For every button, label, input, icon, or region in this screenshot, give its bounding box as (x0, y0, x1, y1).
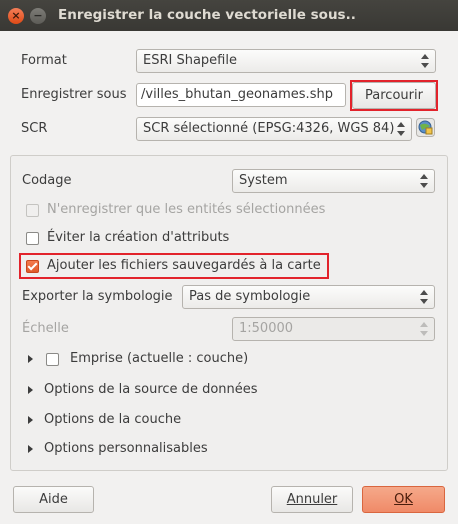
save-as-value: /villes_bhutan_geonames.shp (141, 87, 333, 102)
extent-label[interactable]: Emprise (actuelle : couche) (70, 351, 248, 366)
selected-only-label: N'enregistrer que les entités sélectionn… (47, 202, 326, 217)
encoding-combo[interactable]: System (232, 169, 435, 193)
ok-button[interactable]: OK (362, 486, 445, 513)
format-combo[interactable]: ESRI Shapefile (136, 49, 436, 73)
combo-arrows-icon (397, 122, 405, 136)
custom-options-toggle[interactable]: Options personnalisables (44, 441, 208, 456)
symbology-label: Exporter la symbologie (22, 289, 173, 304)
symbology-combo[interactable]: Pas de symbologie (182, 285, 435, 309)
close-icon[interactable]: × (8, 8, 24, 24)
expand-arrow-icon[interactable] (28, 355, 33, 363)
browse-highlight (350, 80, 438, 111)
symbology-value: Pas de symbologie (189, 289, 311, 304)
combo-arrows-icon (421, 54, 429, 68)
scale-combo[interactable]: 1:50000 (232, 317, 435, 341)
format-label: Format (21, 53, 67, 68)
add-to-map-label: Ajouter les fichiers sauvegardés à la ca… (47, 258, 321, 273)
layer-options-toggle[interactable]: Options de la couche (44, 412, 181, 427)
add-to-map-checkbox[interactable] (26, 260, 39, 273)
cancel-button[interactable]: Annuler (271, 486, 353, 513)
crs-selector-icon[interactable] (416, 118, 435, 137)
combo-arrows-icon (420, 290, 428, 304)
selected-only-checkbox[interactable] (26, 204, 39, 217)
title-bar: × − Enregistrer la couche vectorielle so… (0, 0, 458, 31)
help-button[interactable]: Aide (13, 486, 94, 513)
combo-arrows-icon (420, 322, 428, 336)
save-as-label: Enregistrer sous (21, 87, 127, 102)
scale-label: Échelle (22, 321, 69, 336)
skip-attributes-checkbox[interactable] (26, 232, 39, 245)
scale-value: 1:50000 (239, 321, 294, 336)
crs-combo[interactable]: SCR sélectionné (EPSG:4326, WGS 84) (136, 117, 412, 141)
format-value: ESRI Shapefile (143, 53, 237, 68)
expand-arrow-icon[interactable] (28, 416, 33, 424)
crs-value: SCR sélectionné (EPSG:4326, WGS 84) (143, 121, 395, 136)
save-as-field[interactable]: /villes_bhutan_geonames.shp (136, 83, 346, 107)
expand-arrow-icon[interactable] (28, 445, 33, 453)
skip-attributes-label: Éviter la création d'attributs (47, 230, 230, 245)
crs-label: SCR (21, 121, 48, 136)
window-title: Enregistrer la couche vectorielle sous.. (58, 7, 356, 23)
expand-arrow-icon[interactable] (28, 386, 33, 394)
combo-arrows-icon (420, 174, 428, 188)
save-vector-layer-dialog: Format ESRI Shapefile Enregistrer sous /… (0, 31, 458, 524)
extent-checkbox[interactable] (46, 353, 59, 366)
datasource-options-toggle[interactable]: Options de la source de données (44, 382, 258, 397)
encoding-label: Codage (22, 173, 72, 188)
minimize-icon[interactable]: − (30, 8, 46, 24)
encoding-value: System (239, 173, 288, 188)
